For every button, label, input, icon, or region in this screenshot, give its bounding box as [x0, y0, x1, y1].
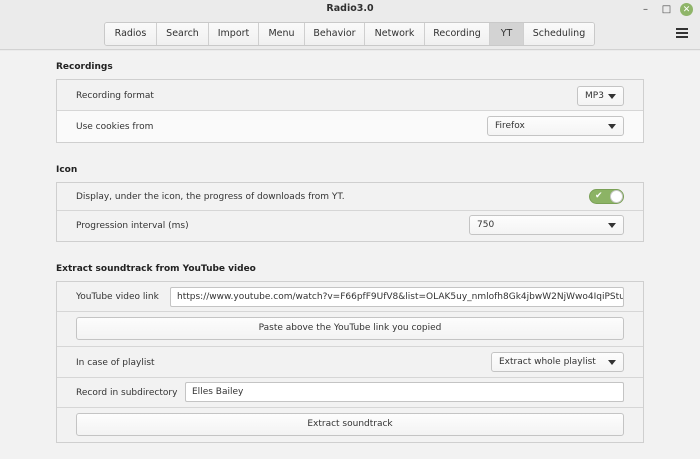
preferences-content: Recordings Recording format MP3 Use cook… — [0, 51, 700, 459]
tab-network[interactable]: Network — [365, 23, 425, 45]
maximize-icon[interactable]: □ — [660, 3, 673, 16]
playlist-row: In case of playlist Extract whole playli… — [57, 347, 643, 378]
close-icon[interactable]: ✕ — [680, 3, 693, 16]
cookies-dropdown[interactable]: Firefox — [487, 116, 624, 136]
chevron-down-icon — [608, 124, 616, 129]
recordings-group: Recording format MP3 Use cookies from Fi… — [56, 79, 644, 143]
playlist-dropdown[interactable]: Extract whole playlist — [491, 352, 624, 372]
menu-icon[interactable] — [676, 28, 688, 40]
progression-interval-row: Progression interval (ms) 750 — [57, 211, 643, 241]
chevron-down-icon — [608, 360, 616, 365]
icon-group: Display, under the icon, the progress of… — [56, 182, 644, 242]
switch-knob — [610, 190, 623, 203]
tab-import[interactable]: Import — [209, 23, 259, 45]
tab-recording[interactable]: Recording — [425, 23, 490, 45]
subdirectory-input[interactable]: Elles Bailey — [185, 382, 624, 402]
tab-search[interactable]: Search — [157, 23, 209, 45]
tab-behavior[interactable]: Behavior — [305, 23, 365, 45]
chevron-down-icon — [608, 223, 616, 228]
extract-soundtrack-row: Extract soundtrack — [57, 408, 643, 442]
check-icon: ✔ — [595, 191, 603, 201]
playlist-label: In case of playlist — [76, 358, 155, 368]
tab-menu[interactable]: Menu — [259, 23, 305, 45]
recording-format-dropdown[interactable]: MP3 — [577, 86, 624, 106]
title-bar: Radio3.0 – □ ✕ Radios Search Import Menu… — [0, 0, 700, 50]
recording-format-label: Recording format — [76, 91, 154, 101]
progression-interval-label: Progression interval (ms) — [76, 221, 189, 231]
tab-radios[interactable]: Radios — [105, 23, 157, 45]
display-progress-row: Display, under the icon, the progress of… — [57, 183, 643, 211]
chevron-down-icon — [608, 94, 616, 99]
paste-link-row: Paste above the YouTube link you copied — [57, 312, 643, 347]
icon-section-title: Icon — [56, 165, 78, 175]
extract-group: YouTube video link https://www.youtube.c… — [56, 281, 644, 443]
tab-bar: Radios Search Import Menu Behavior Netwo… — [104, 22, 595, 46]
recordings-section-title: Recordings — [56, 62, 113, 72]
extract-section-title: Extract soundtrack from YouTube video — [56, 264, 256, 274]
recording-format-row: Recording format MP3 — [57, 80, 643, 111]
progression-interval-value: 750 — [477, 220, 495, 230]
progression-interval-dropdown[interactable]: 750 — [469, 215, 624, 235]
playlist-value: Extract whole playlist — [499, 357, 596, 367]
display-progress-switch[interactable]: ✔ — [589, 189, 624, 204]
cookies-label: Use cookies from — [76, 122, 154, 132]
recording-format-value: MP3 — [585, 91, 604, 101]
subdirectory-label: Record in subdirectory — [76, 388, 178, 398]
cookies-row: Use cookies from Firefox — [57, 111, 643, 142]
cookies-value: Firefox — [495, 121, 525, 131]
paste-link-button[interactable]: Paste above the YouTube link you copied — [76, 317, 624, 340]
tab-scheduling[interactable]: Scheduling — [524, 23, 594, 45]
youtube-link-row: YouTube video link https://www.youtube.c… — [57, 282, 643, 312]
window-title: Radio3.0 — [326, 3, 374, 14]
extract-soundtrack-button[interactable]: Extract soundtrack — [76, 413, 624, 436]
subdirectory-row: Record in subdirectory Elles Bailey — [57, 378, 643, 408]
display-progress-label: Display, under the icon, the progress of… — [76, 192, 345, 202]
youtube-link-label: YouTube video link — [76, 292, 159, 302]
youtube-link-input[interactable]: https://www.youtube.com/watch?v=F66pfF9U… — [170, 287, 624, 307]
minimize-icon[interactable]: – — [639, 3, 652, 16]
tab-yt[interactable]: YT — [490, 23, 524, 45]
